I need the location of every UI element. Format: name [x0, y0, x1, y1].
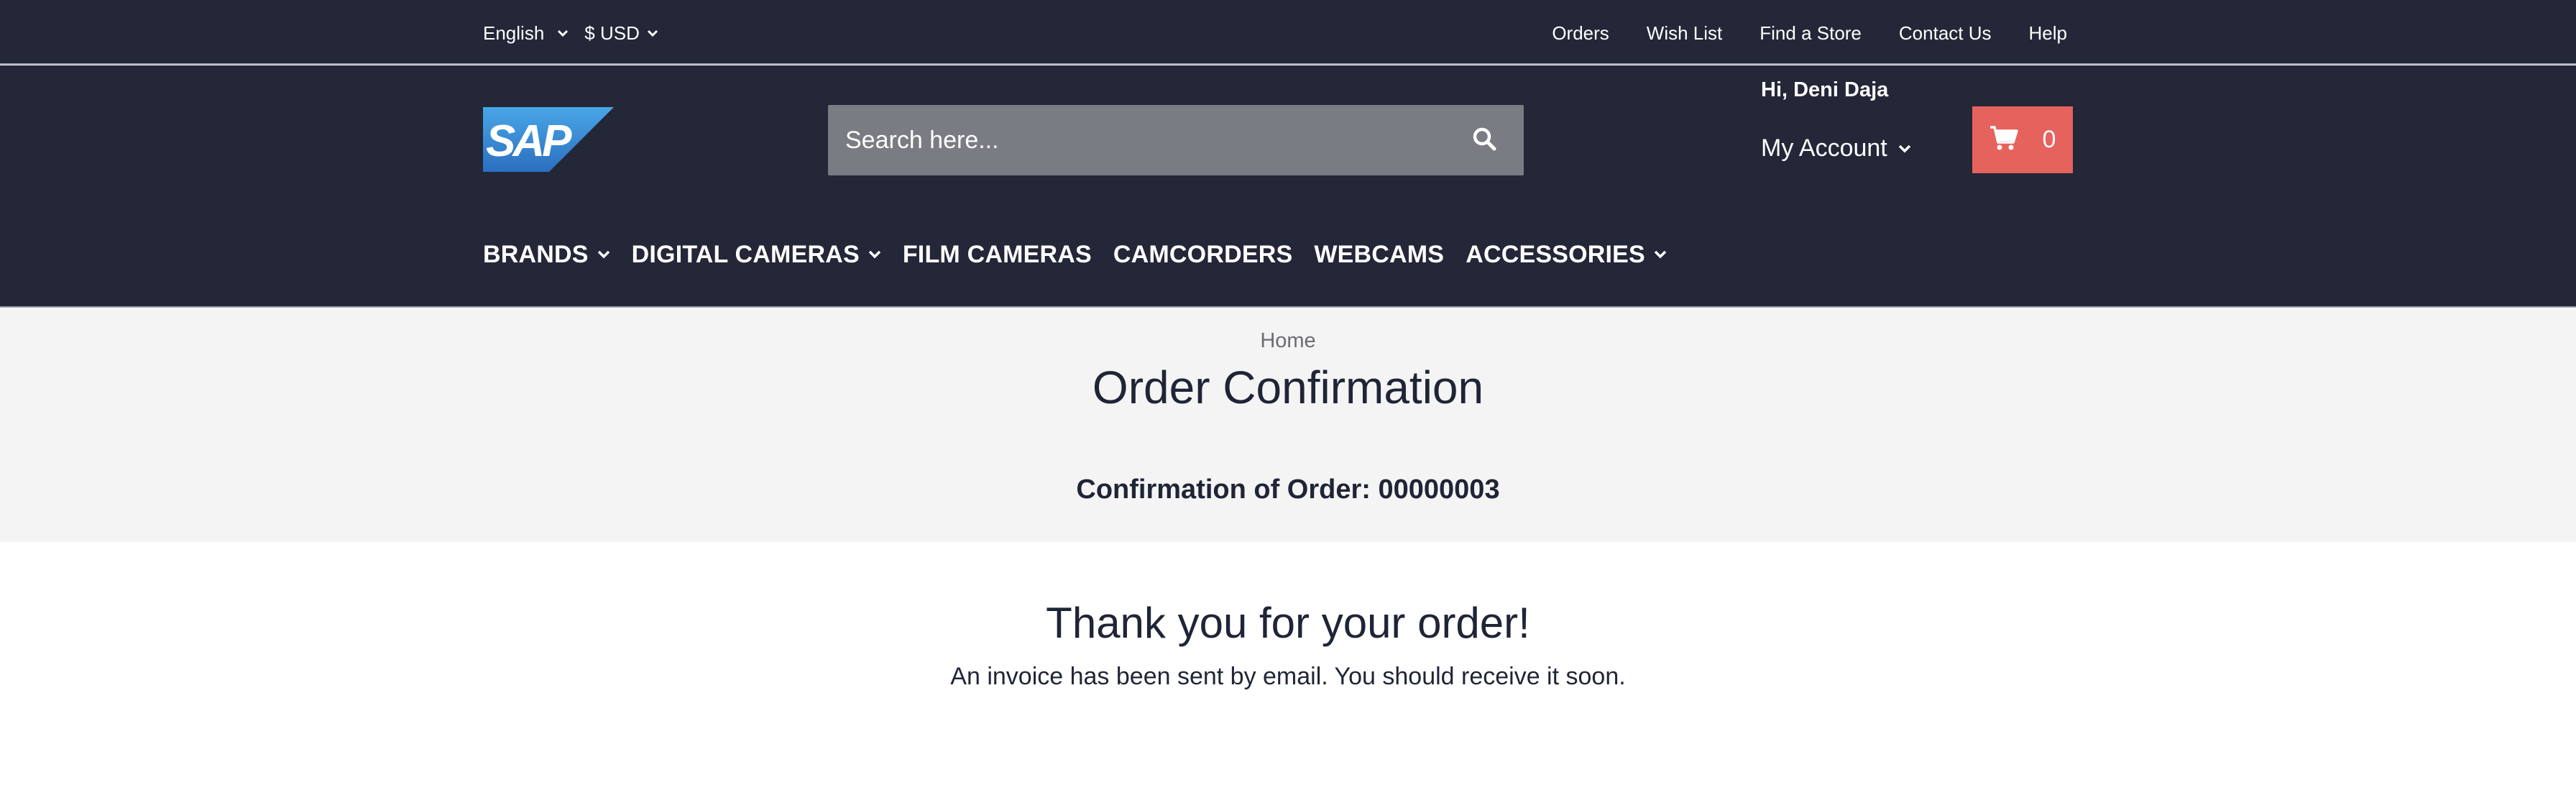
nav-item-digital-cameras[interactable]: DIGITAL CAMERAS — [632, 241, 881, 269]
nav-item-label: DIGITAL CAMERAS — [631, 240, 860, 268]
chevron-down-icon — [557, 29, 569, 37]
language-select[interactable]: English — [483, 22, 569, 45]
category-nav: BRANDS DIGITAL CAMERAS FILM CAMERAS CAMC… — [483, 239, 1688, 270]
nav-item-brands[interactable]: BRANDS — [483, 241, 610, 269]
page-header-section: Home Order Confirmation Confirmation of … — [0, 309, 2576, 542]
mini-cart-button[interactable]: 0 — [1972, 106, 2073, 173]
nav-item-film-cameras[interactable]: FILM CAMERAS — [903, 241, 1092, 269]
chevron-down-icon — [1898, 144, 1912, 154]
search-icon — [1472, 127, 1496, 155]
order-confirmation-number: Confirmation of Order: 00000003 — [1076, 474, 1500, 505]
chevron-down-icon — [647, 29, 658, 37]
invoice-message: An invoice has been sent by email. You s… — [950, 663, 1626, 690]
nav-item-label: FILM CAMERAS — [902, 240, 1092, 268]
top-utility-bar: English $ USD Orders Wish List Find a St… — [0, 0, 2576, 65]
orders-link[interactable]: Orders — [1552, 22, 1609, 45]
nav-item-label: BRANDS — [483, 240, 589, 268]
wish-list-link[interactable]: Wish List — [1647, 22, 1722, 45]
sap-logo[interactable]: SAP — [483, 107, 614, 172]
user-greeting: Hi, Deni Daja — [1761, 78, 1889, 101]
nav-item-label: ACCESSORIES — [1466, 240, 1645, 268]
contact-us-link[interactable]: Contact Us — [1899, 22, 1992, 45]
nav-item-camcorders[interactable]: CAMCORDERS — [1113, 241, 1292, 269]
find-store-link[interactable]: Find a Store — [1760, 22, 1862, 45]
utility-links: Orders Wish List Find a Store Contact Us… — [1514, 20, 2067, 46]
nav-item-accessories[interactable]: ACCESSORIES — [1466, 241, 1667, 269]
search-input[interactable] — [828, 105, 1445, 175]
search-button[interactable] — [1445, 105, 1524, 175]
locale-selectors: English $ USD — [483, 20, 674, 46]
svg-text:SAP: SAP — [486, 116, 572, 166]
cart-count: 0 — [2042, 126, 2056, 153]
chevron-down-icon — [597, 250, 610, 259]
breadcrumb-home[interactable]: Home — [0, 329, 2576, 353]
my-account-menu[interactable]: My Account — [1761, 134, 1912, 162]
nav-item-label: CAMCORDERS — [1113, 240, 1293, 268]
help-link[interactable]: Help — [2029, 22, 2067, 45]
currency-select[interactable]: $ USD — [584, 22, 658, 45]
cart-icon — [1990, 125, 2018, 155]
my-account-label: My Account — [1761, 134, 1887, 162]
chevron-down-icon — [868, 250, 881, 259]
thank-you-heading: Thank you for your order! — [1046, 599, 1530, 647]
nav-item-label: WEBCAMS — [1314, 240, 1445, 268]
nav-item-webcams[interactable]: WEBCAMS — [1314, 241, 1444, 269]
currency-label: $ USD — [584, 22, 640, 44]
language-label: English — [483, 22, 545, 44]
chevron-down-icon — [1654, 250, 1667, 259]
search-bar — [828, 105, 1524, 175]
page-title: Order Confirmation — [1092, 362, 1484, 413]
main-header: SAP Hi, Deni Daja My Account 0 — [0, 65, 2576, 308]
